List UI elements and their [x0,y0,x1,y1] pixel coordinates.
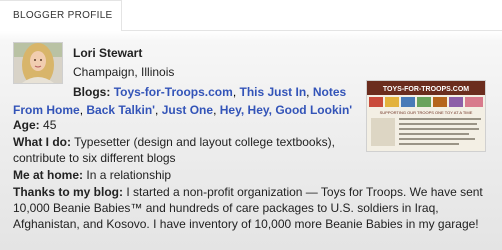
age-label: Age: [13,118,40,132]
blog-link-back-talkin[interactable]: Back Talkin' [86,103,155,117]
profile-name: Lori Stewart [73,46,143,60]
avatar-photo [14,43,62,83]
blog-link-hey-hey-good-lookin[interactable]: Hey, Hey, Good Lookin' [220,103,352,117]
me-at-home-label: Me at home: [13,168,84,182]
blogs-label: Blogs: [73,85,111,99]
thumb-site-title: TOYS-FOR-TROOPS.COM [383,86,469,93]
age-value: 45 [43,118,57,132]
profile-location: Champaign, Illinois [73,65,175,79]
what-i-do-label: What I do: [13,135,71,149]
blogs-list: Blogs: Toys-for-Troops.com, This Just In… [13,85,353,117]
blog-link-just-one[interactable]: Just One [162,103,213,117]
thanks-label: Thanks to my blog: [13,185,124,199]
blog-link-this-just-in[interactable]: This Just In [239,85,306,99]
thanks-row: Thanks to my blog: I started a non-profi… [13,184,493,232]
profile-details: Age: 45 What I do: Typesetter (design an… [13,117,493,233]
blog-link-toys-for-troops[interactable]: Toys-for-Troops.com [114,85,233,99]
what-i-do-row: What I do: Typesetter (design and layout… [13,134,363,166]
age-row: Age: 45 [13,117,493,133]
profile-tab[interactable]: BLOGGER PROFILE [0,0,122,31]
profile-tab-label: BLOGGER PROFILE [13,10,113,21]
me-at-home-row: Me at home: In a relationship [13,167,493,183]
blogger-profile-widget: BLOGGER PROFILE Lori Stewart Champaign, … [0,0,502,250]
me-at-home-value: In a relationship [86,168,172,182]
avatar[interactable] [13,42,63,84]
thumb-banner-text: SUPPORTING OUR TROOPS ONE TOY AT A TIME [380,110,473,115]
